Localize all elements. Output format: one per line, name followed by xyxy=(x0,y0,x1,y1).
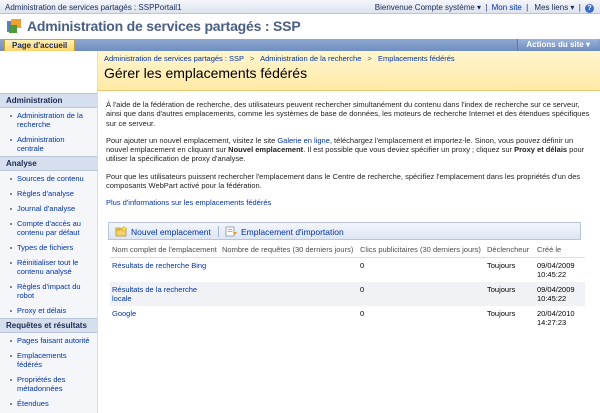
sharepoint-logo-icon xyxy=(7,19,21,33)
nav-item-crawl-log[interactable]: Journal d'analyse xyxy=(0,201,97,216)
breadcrumb: Administration de services partagés : SS… xyxy=(104,54,455,63)
nav-section-queries[interactable]: Requêtes et résultats xyxy=(0,318,97,333)
nav-item-default-access-account[interactable]: Compte d'accès au contenu par défaut xyxy=(0,216,97,240)
table-row: Résultats de la recherche locale 0 Toujo… xyxy=(110,282,585,306)
help-icon[interactable]: ? xyxy=(585,4,594,13)
title-area: Administration de services partagés : SS… xyxy=(98,51,600,91)
my-site-link[interactable]: Mon site xyxy=(492,3,522,12)
nav-item-file-types[interactable]: Types de fichiers xyxy=(0,240,97,255)
new-location-button[interactable]: Nouvel emplacement xyxy=(115,225,211,237)
webpart-paragraph: Pour que les utilisateurs puissent reche… xyxy=(106,171,581,191)
nav-item-proxy-timeouts[interactable]: Proxy et délais xyxy=(0,303,97,318)
more-info-link[interactable]: Plus d'informations sur les emplacements… xyxy=(106,198,594,207)
nav-item-crawler-impact-rules[interactable]: Règles d'impact du robot xyxy=(0,279,97,303)
location-name-link[interactable]: Résultats de recherche Bing xyxy=(110,258,220,283)
welcome-label: Bienvenue Compte système xyxy=(374,3,475,12)
intro-paragraph: À l'aide de la fédération de recherche, … xyxy=(106,100,590,128)
created-cell: 09/04/2009 10:45:22 xyxy=(537,261,575,279)
my-links-label: Mes liens xyxy=(534,3,569,12)
created-cell: 09/04/2009 10:45:22 xyxy=(535,282,585,306)
nav-item-metadata-properties[interactable]: Propriétés des métadonnées xyxy=(0,372,97,396)
page-description: À l'aide de la fédération de recherche, … xyxy=(106,100,594,208)
nav-item-central-admin[interactable]: Administration centrale xyxy=(0,132,97,156)
nav-item-federated-locations[interactable]: Emplacements fédérés xyxy=(0,348,97,372)
column-header-queries[interactable]: Nombre de requêtes (30 derniers jours) xyxy=(220,242,358,258)
top-nav: Page d'accueil Actions du site ▾ xyxy=(0,39,600,51)
import-location-button[interactable]: Emplacement d'importation xyxy=(225,226,344,237)
toolbar-separator xyxy=(218,226,219,237)
location-name-link[interactable]: Google xyxy=(110,306,220,330)
site-actions-menu[interactable]: Actions du site ▾ xyxy=(517,39,598,51)
nav-item-authoritative-pages[interactable]: Pages faisant autorité xyxy=(0,333,97,348)
site-actions-label: Actions du site xyxy=(526,40,584,49)
table-header-row: Nom complet de l'emplacement Nombre de r… xyxy=(110,242,585,258)
quick-launch: Administration Administration de la rech… xyxy=(0,51,98,413)
column-header-trigger[interactable]: Déclencheur xyxy=(485,242,535,258)
instructions-paragraph: Pour ajouter un nouvel emplacement, visi… xyxy=(106,135,585,164)
nav-item-content-sources[interactable]: Sources de contenu xyxy=(0,171,97,186)
clicks-cell: 0 xyxy=(360,261,365,270)
site-title[interactable]: Administration de services partagés : SS… xyxy=(27,18,301,34)
federated-locations-table: Nom complet de l'emplacement Nombre de r… xyxy=(110,242,585,330)
location-name-link[interactable]: Résultats de la recherche locale xyxy=(110,282,220,306)
page-title: Gérer les emplacements fédérés xyxy=(104,65,308,81)
import-icon xyxy=(225,226,237,237)
nav-section-administration[interactable]: Administration xyxy=(0,93,97,108)
nav-item-search-admin[interactable]: Administration de la recherche xyxy=(0,108,97,132)
my-links-menu[interactable]: Mes liens ▾ xyxy=(532,3,574,12)
queries-cell xyxy=(220,282,358,306)
clicks-cell: 0 xyxy=(360,309,365,318)
column-header-clicks[interactable]: Clics publicitaires (30 derniers jours) xyxy=(358,242,485,258)
welcome-menu[interactable]: Bienvenue Compte système ▾ xyxy=(373,3,481,12)
column-header-name[interactable]: Nom complet de l'emplacement xyxy=(110,242,220,258)
column-header-created[interactable]: Créé le xyxy=(535,242,585,258)
divider: | xyxy=(526,3,529,12)
trigger-cell: Toujours xyxy=(487,261,516,270)
created-cell: 20/04/2010 14:27:23 xyxy=(537,309,575,327)
top-bar: Administration de services partagés : SS… xyxy=(0,0,600,14)
global-breadcrumb[interactable]: Administration de services partagés : SS… xyxy=(5,3,182,12)
tab-home[interactable]: Page d'accueil xyxy=(4,39,76,51)
nav-item-scopes[interactable]: Étendues xyxy=(0,396,97,411)
clicks-cell: 0 xyxy=(358,282,485,306)
trigger-cell: Toujours xyxy=(487,309,516,318)
table-row: Résultats de recherche Bing 0 Toujours 0… xyxy=(110,258,585,283)
trigger-cell: Toujours xyxy=(485,282,535,306)
nav-item-reset-crawled-content[interactable]: Réinitialiser tout le contenu analysé xyxy=(0,255,97,279)
divider: | xyxy=(485,3,488,12)
breadcrumb-separator: > xyxy=(367,54,372,63)
online-gallery-link[interactable]: Galerie en ligne xyxy=(277,136,330,145)
site-header: Administration de services partagés : SS… xyxy=(0,14,600,39)
table-row: Google 0 Toujours 20/04/2010 14:27:23 xyxy=(110,306,585,330)
list-toolbar: Nouvel emplacement Emplacement d'importa… xyxy=(108,222,581,240)
new-location-icon xyxy=(115,225,128,237)
breadcrumb-item[interactable]: Administration de la recherche xyxy=(260,54,361,63)
divider: | xyxy=(578,3,581,12)
nav-item-crawl-rules[interactable]: Règles d'analyse xyxy=(0,186,97,201)
top-bar-right: Bienvenue Compte système ▾ | Mon site | … xyxy=(371,3,594,13)
breadcrumb-item[interactable]: Administration de services partagés : SS… xyxy=(104,54,244,63)
queries-cell xyxy=(220,306,358,330)
queries-cell xyxy=(220,258,358,283)
breadcrumb-current: Emplacements fédérés xyxy=(377,54,455,63)
nav-section-crawl[interactable]: Analyse xyxy=(0,156,97,171)
breadcrumb-separator: > xyxy=(250,54,255,63)
